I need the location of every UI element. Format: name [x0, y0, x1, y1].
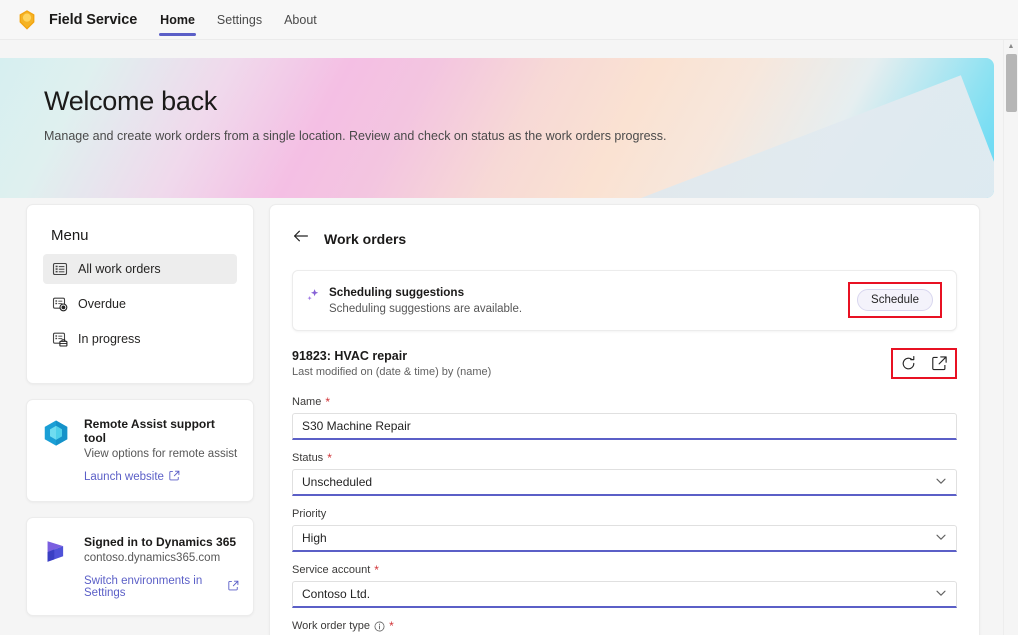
record-last-modified: Last modified on (date & time) by (name) — [292, 366, 492, 378]
label-text: Name — [292, 396, 322, 408]
nav-item-home[interactable]: Home — [159, 0, 196, 40]
remote-assist-hexagon-icon — [41, 416, 71, 453]
scheduling-suggestions-banner: Scheduling suggestions Scheduling sugges… — [292, 270, 957, 331]
link-label: Switch environments in Settings — [84, 575, 203, 599]
suggestion-subtitle: Scheduling suggestions are available. — [329, 302, 523, 315]
app-title: Field Service — [49, 11, 138, 28]
open-in-new-icon[interactable] — [931, 355, 948, 372]
scroll-up-arrow-icon[interactable]: ▲ — [1004, 43, 1018, 51]
field-label: Name * — [292, 395, 957, 409]
sidebar-item-label: In progress — [78, 332, 141, 346]
label-text: Status — [292, 452, 324, 464]
work-orders-panel: Work orders Scheduling suggestions Sched… — [269, 204, 980, 635]
work-orders-panel-column: Work orders Scheduling suggestions Sched… — [269, 204, 980, 635]
status-select[interactable]: Unscheduled — [292, 469, 957, 496]
sidebar-item-all-work-orders[interactable]: All work orders — [43, 254, 237, 284]
sidebar-item-in-progress[interactable]: In progress — [43, 324, 237, 354]
dynamics-365-card[interactable]: Signed in to Dynamics 365 contoso.dynami… — [26, 517, 254, 616]
field-service-account: Service account * Contoso Ltd. — [292, 563, 957, 608]
work-orders-header: Work orders — [292, 227, 957, 250]
card-subtitle: View options for remote assist — [84, 448, 238, 460]
chevron-down-icon — [935, 587, 947, 602]
field-status: Status * Unscheduled — [292, 451, 957, 496]
page-title: Welcome back — [44, 86, 217, 116]
page-scroll-area: Welcome back Manage and create work orde… — [0, 40, 1018, 635]
sidebar-item-label: Overdue — [78, 297, 126, 311]
field-name: Name * S30 Machine Repair — [292, 395, 957, 440]
menu-card: Menu All work orders Overdue In progress — [26, 204, 254, 384]
link-label: Launch website — [84, 471, 164, 483]
page-scrollbar[interactable]: ▲ — [1003, 40, 1018, 635]
label-text: Work order type — [292, 620, 371, 632]
record-title: 91823: HVAC repair — [292, 349, 408, 363]
sparkle-icon — [306, 286, 320, 307]
priority-select[interactable]: High — [292, 525, 957, 552]
list-icon — [52, 261, 68, 277]
field-service-logo-icon — [14, 7, 40, 33]
back-arrow-icon[interactable] — [292, 227, 310, 250]
work-orders-title: Work orders — [324, 230, 407, 247]
external-link-icon — [169, 470, 180, 484]
menu-heading: Menu — [51, 227, 89, 244]
required-asterisk: * — [327, 451, 332, 465]
label-text: Service account — [292, 564, 371, 576]
switch-environments-link[interactable]: Switch environments in Settings — [84, 575, 239, 599]
schedule-button[interactable]: Schedule — [857, 289, 933, 311]
required-asterisk: * — [325, 395, 331, 409]
field-priority: Priority High — [292, 507, 957, 552]
page-subtitle: Manage and create work orders from a sin… — [44, 129, 667, 143]
sidebar-item-overdue[interactable]: Overdue — [43, 289, 237, 319]
dynamics-365-logo-icon — [41, 534, 71, 571]
list-briefcase-icon — [52, 331, 68, 347]
work-order-record-header: 91823: HVAC repair Last modified on (dat… — [292, 348, 957, 379]
remote-assist-card[interactable]: Remote Assist support tool View options … — [26, 399, 254, 502]
left-sidebar: Menu All work orders Overdue In progress… — [26, 204, 254, 635]
input-value: Unscheduled — [302, 475, 373, 489]
list-clock-icon — [52, 296, 68, 312]
input-value: High — [302, 531, 327, 545]
refresh-icon[interactable] — [900, 355, 917, 372]
input-value: S30 Machine Repair — [302, 419, 411, 433]
field-label: Work order type * — [292, 619, 957, 633]
service-account-select[interactable]: Contoso Ltd. — [292, 581, 957, 608]
input-value: Contoso Ltd. — [302, 587, 371, 601]
name-input[interactable]: S30 Machine Repair — [292, 413, 957, 440]
field-label: Service account * — [292, 563, 957, 577]
required-asterisk: * — [389, 619, 394, 633]
nav-item-settings[interactable]: Settings — [216, 0, 263, 40]
work-order-form: Name * S30 Machine Repair Status * Unsch… — [292, 395, 957, 635]
main-nav: Home Settings About — [159, 0, 318, 40]
scroll-thumb[interactable] — [1006, 54, 1017, 112]
record-actions-highlight — [891, 348, 957, 379]
launch-website-link[interactable]: Launch website — [84, 470, 180, 484]
card-title: Signed in to Dynamics 365 — [84, 535, 237, 549]
field-label: Status * — [292, 451, 957, 465]
external-link-icon — [228, 580, 239, 594]
welcome-banner: Welcome back Manage and create work orde… — [0, 58, 994, 198]
sidebar-item-label: All work orders — [78, 262, 161, 276]
info-icon[interactable] — [374, 621, 385, 632]
card-title: Remote Assist support tool — [84, 417, 215, 445]
card-subtitle: contoso.dynamics365.com — [84, 552, 221, 564]
required-asterisk: * — [374, 563, 379, 577]
field-work-order-type: Work order type * Repair — [292, 619, 957, 635]
app-header: Field Service Home Settings About — [0, 0, 1018, 40]
field-label: Priority — [292, 507, 957, 521]
chevron-down-icon — [935, 475, 947, 490]
nav-item-about[interactable]: About — [283, 0, 318, 40]
label-text: Priority — [292, 508, 327, 520]
schedule-button-highlight: Schedule — [848, 282, 942, 318]
content-columns: Menu All work orders Overdue In progress… — [0, 204, 1000, 635]
chevron-down-icon — [935, 531, 947, 546]
suggestion-title: Scheduling suggestions — [329, 285, 465, 299]
